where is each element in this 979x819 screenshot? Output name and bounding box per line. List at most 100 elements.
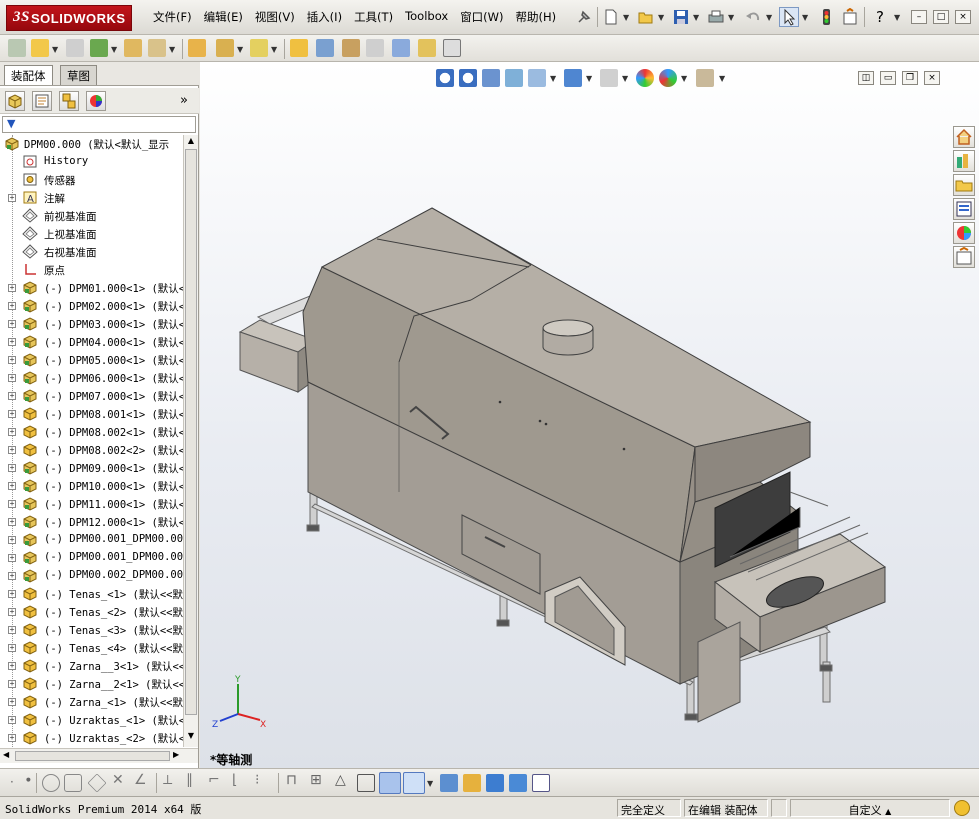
- tree-horizontal-scrollbar[interactable]: ◀ ▶: [0, 748, 198, 763]
- select-dropdown-icon[interactable]: ▼: [802, 13, 808, 22]
- pin-icon[interactable]: [574, 7, 594, 27]
- expand-toggle-icon[interactable]: +: [8, 626, 16, 634]
- tree-item[interactable]: + (-) DPM00.001_DPM00.001: [0, 549, 183, 567]
- expand-toggle-icon[interactable]: +: [8, 716, 16, 724]
- tree-item[interactable]: + (-) DPM03.000<1> (默认<: [0, 315, 183, 333]
- menu-view[interactable]: 视图(V): [249, 9, 301, 25]
- shaded-with-edges-icon[interactable]: [379, 772, 401, 794]
- scroll-right-icon[interactable]: ▶: [173, 750, 179, 759]
- expand-toggle-icon[interactable]: +: [8, 680, 16, 688]
- tree-item[interactable]: + (-) DPM11.000<1> (默认<: [0, 495, 183, 513]
- point-tool-icon[interactable]: ∙: [24, 772, 33, 788]
- quadrant-icon[interactable]: ⁝: [255, 772, 259, 788]
- unit-system-selector[interactable]: 自定义 ▲: [790, 799, 950, 817]
- grid-icon[interactable]: ⊞: [310, 772, 322, 788]
- new-document-icon[interactable]: [601, 7, 621, 27]
- tab-sketch[interactable]: 草图: [60, 65, 97, 85]
- tree-item[interactable]: + (-) DPM09.000<1> (默认<: [0, 459, 183, 477]
- explode-line-sketch-icon[interactable]: [366, 39, 384, 57]
- expand-toggle-icon[interactable]: +: [8, 464, 16, 472]
- tree-item[interactable]: + (-) Tenas_<2> (默认<<默: [0, 603, 183, 621]
- print-icon[interactable]: [706, 7, 726, 27]
- machine-3d-model[interactable]: [200, 62, 979, 768]
- tree-item[interactable]: + (-) DPM00.001_DPM00.001: [0, 531, 183, 549]
- solidworks-logo[interactable]: 3S SOLIDWORKS: [6, 5, 132, 31]
- tree-item[interactable]: History: [0, 153, 183, 171]
- tree-item[interactable]: + (-) Uzraktas_<1> (默认<: [0, 711, 183, 729]
- menu-help[interactable]: 帮助(H): [510, 9, 563, 25]
- tree-item[interactable]: + (-) DPM00.002_DPM00.002: [0, 567, 183, 585]
- box-icon[interactable]: [357, 774, 375, 792]
- expand-toggle-icon[interactable]: +: [8, 518, 16, 526]
- display-manager-icon[interactable]: [86, 91, 106, 111]
- tree-item[interactable]: + (-) DPM07.000<1> (默认<: [0, 387, 183, 405]
- tree-item[interactable]: + (-) Zarna__2<1> (默认<<: [0, 675, 183, 693]
- rebuild-traffic-light-icon[interactable]: [816, 7, 836, 27]
- expand-toggle-icon[interactable]: +: [8, 698, 16, 706]
- expand-toggle-icon[interactable]: +: [8, 482, 16, 490]
- rebuild-icon[interactable]: [463, 774, 481, 792]
- tree-item[interactable]: 前视基准面: [0, 207, 183, 225]
- tree-item[interactable]: + (-) DPM04.000<1> (默认<: [0, 333, 183, 351]
- save-dropdown-icon[interactable]: ▼: [693, 13, 699, 22]
- scroll-thumb[interactable]: [185, 149, 197, 715]
- tree-item[interactable]: + (-) DPM02.000<1> (默认<: [0, 297, 183, 315]
- property-manager-icon[interactable]: [32, 91, 52, 111]
- tree-item[interactable]: + (-) Zarna_<1> (默认<<默: [0, 693, 183, 711]
- parallel-icon[interactable]: ∥: [186, 772, 193, 788]
- expand-toggle-icon[interactable]: +: [8, 500, 16, 508]
- insert-components-icon[interactable]: [8, 39, 26, 57]
- hlr-icon[interactable]: [440, 774, 458, 792]
- tree-item[interactable]: + (-) Zarna__3<1> (默认<<: [0, 657, 183, 675]
- tree-root-assembly[interactable]: DPM00.000 (默认<默认_显示: [0, 135, 183, 153]
- expand-toggle-icon[interactable]: +: [8, 554, 16, 562]
- expand-toggle-icon[interactable]: +: [8, 536, 16, 544]
- expand-toggle-icon[interactable]: +: [8, 662, 16, 670]
- grid-snap-icon[interactable]: ⊓: [286, 772, 297, 788]
- select-pointer-icon[interactable]: [779, 7, 799, 27]
- perpendicular-icon[interactable]: ⟂: [163, 772, 172, 788]
- circle-icon[interactable]: [42, 774, 60, 792]
- smart-fasteners-icon[interactable]: [124, 39, 142, 57]
- tab-assembly[interactable]: 装配体: [4, 65, 53, 85]
- instant3d-icon[interactable]: [443, 39, 461, 57]
- tree-item[interactable]: + (-) Tenas_<4> (默认<<默: [0, 639, 183, 657]
- tree-item[interactable]: + (-) Tenas_<1> (默认<<默: [0, 585, 183, 603]
- tree-item[interactable]: 原点: [0, 261, 183, 279]
- vertical-icon[interactable]: ⌊: [232, 772, 237, 788]
- tree-item[interactable]: + (-) DPM08.001<1> (默认<: [0, 405, 183, 423]
- new-motion-study-icon[interactable]: [290, 39, 308, 57]
- tree-item[interactable]: + A 注解: [0, 189, 183, 207]
- interference-detection-icon[interactable]: [392, 39, 410, 57]
- scroll-down-icon[interactable]: ▼: [185, 731, 197, 744]
- expand-toggle-icon[interactable]: +: [8, 608, 16, 616]
- exploded-view-icon[interactable]: [342, 39, 360, 57]
- tangent-icon[interactable]: ∠: [134, 772, 147, 788]
- scroll-up-icon[interactable]: ▲: [185, 136, 197, 149]
- help-icon[interactable]: ?: [870, 7, 890, 27]
- menu-edit[interactable]: 编辑(E): [198, 9, 249, 25]
- expand-toggle-icon[interactable]: +: [8, 410, 16, 418]
- reference-geometry-icon[interactable]: [250, 39, 268, 57]
- midpoint-icon[interactable]: [64, 774, 82, 792]
- menu-file[interactable]: 文件(F): [147, 9, 198, 25]
- new-dropdown-icon[interactable]: ▼: [623, 13, 629, 22]
- print-dropdown-icon[interactable]: ▼: [728, 13, 734, 22]
- mate-paperclip-icon[interactable]: [66, 39, 84, 57]
- linear-pattern-icon[interactable]: [90, 39, 108, 57]
- feature-manager-tree-icon[interactable]: [5, 91, 25, 111]
- move-component-icon[interactable]: [148, 39, 166, 57]
- point-icon[interactable]: ·: [10, 775, 14, 789]
- polygon-icon[interactable]: [87, 773, 107, 793]
- configuration-manager-icon[interactable]: [59, 91, 79, 111]
- tree-item[interactable]: + (-) Uzraktas_<2> (默认<: [0, 729, 183, 747]
- intersection-icon[interactable]: ✕: [112, 772, 124, 788]
- expand-toggle-icon[interactable]: +: [8, 284, 16, 292]
- expand-toggle-icon[interactable]: +: [8, 302, 16, 310]
- camera-icon[interactable]: [509, 774, 527, 792]
- menu-tools[interactable]: 工具(T): [348, 9, 399, 25]
- expand-toggle-icon[interactable]: +: [8, 374, 16, 382]
- tree-item[interactable]: + (-) DPM08.002<1> (默认<: [0, 423, 183, 441]
- hscroll-thumb[interactable]: [15, 751, 170, 761]
- scroll-left-icon[interactable]: ◀: [3, 750, 9, 759]
